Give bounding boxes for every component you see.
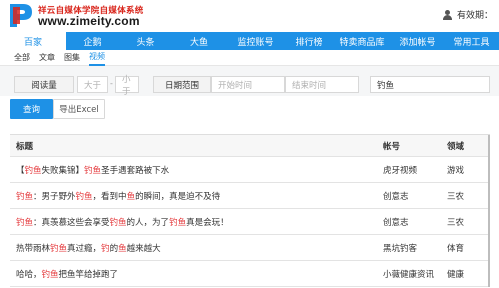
row-field: 体育 xyxy=(447,243,465,254)
row-title[interactable]: 热带雨林钓鱼真过瘾，钓的鱼越来越大 xyxy=(16,242,376,254)
range-separator: - xyxy=(110,79,113,88)
keyword-highlight: 鱼 xyxy=(126,191,136,202)
start-date-input[interactable]: 开始时间 xyxy=(211,76,285,93)
title-text: ：男子野外 xyxy=(33,191,76,202)
row-title[interactable]: 钓鱼：真羡慕这些会享受钓鱼的人，为了钓鱼真是会玩！ xyxy=(16,216,376,228)
keyword-highlight: 钓鱼 xyxy=(50,243,68,254)
title-text: 哈哈， xyxy=(16,269,42,280)
row-title[interactable]: 【钓鱼失败集锦】钓鱼圣手遇套路被下水 xyxy=(16,164,376,176)
keyword-highlight: 钓 xyxy=(101,243,110,254)
nav-item-qie[interactable]: 企鹅 xyxy=(66,32,119,50)
keyword-highlight: 钓鱼 xyxy=(169,217,187,228)
validity-text: 有效期： xyxy=(456,11,493,21)
read-min-input[interactable]: 大于 xyxy=(77,76,108,93)
keyword-highlight: 钓鱼 xyxy=(16,217,34,228)
title-text: 的 xyxy=(109,243,119,254)
table-body: 【钓鱼失败集锦】钓鱼圣手遇套路被下水 虎牙视频 游戏 钓鱼：男子野外钓鱼，看到中鱼的瞬… xyxy=(10,157,490,287)
keyword-highlight: 钓鱼 xyxy=(41,269,59,280)
nav-item-tools[interactable]: 常用工具 xyxy=(444,32,499,50)
title-text: 的人，为了 xyxy=(126,217,170,228)
nav-item-toutiao[interactable]: 头条 xyxy=(119,32,172,50)
title-text: 圣手遇套路被下水 xyxy=(101,165,170,176)
keyword-highlight: 钓鱼 xyxy=(24,165,42,176)
nav-item-dayu[interactable]: 大鱼 xyxy=(172,32,226,50)
table-row[interactable]: 热带雨林钓鱼真过瘾，钓的鱼越来越大 黑坑钓客 体育 xyxy=(10,235,490,261)
action-row: 查询 导出Excel xyxy=(0,96,499,122)
keyword-highlight: 钓鱼 xyxy=(75,191,93,202)
title-text: 真过瘾， xyxy=(67,243,102,254)
row-title[interactable]: 钓鱼：男子野外钓鱼，看到中鱼的瞬间，真是迫不及待 xyxy=(16,190,376,202)
nav-item-products[interactable]: 特卖商品库 xyxy=(333,32,391,50)
title-text: ，看到中 xyxy=(92,191,127,202)
row-account: 创意志 xyxy=(383,191,409,202)
keyword-highlight: 钓鱼 xyxy=(109,217,127,228)
title-text: 热带雨林 xyxy=(16,243,51,254)
col-title: 标题 xyxy=(16,141,34,152)
row-account: 创意志 xyxy=(383,217,409,228)
results-table: 标题 帐号 领域 【钓鱼失败集锦】钓鱼圣手遇套路被下水 虎牙视频 游戏 钓鱼：男子野外… xyxy=(10,134,490,287)
nav-item-monitor[interactable]: 监控账号 xyxy=(226,32,285,50)
title-text: 的瞬间，真是迫不及待 xyxy=(135,191,221,202)
row-title[interactable]: 哈哈，钓鱼把鱼竿给掉跑了 xyxy=(16,268,376,280)
keyword-highlight: 钓鱼 xyxy=(16,191,34,202)
end-date-input[interactable]: 结束时间 xyxy=(285,76,359,93)
row-field: 三农 xyxy=(447,191,465,202)
table-row[interactable]: 【钓鱼失败集锦】钓鱼圣手遇套路被下水 虎牙视频 游戏 xyxy=(10,157,490,183)
read-max-input[interactable]: 小于 xyxy=(115,75,139,97)
read-count-label: 阅读量 xyxy=(14,76,74,93)
table-row[interactable]: 钓鱼：男子野外钓鱼，看到中鱼的瞬间，真是迫不及待 创意志 三农 xyxy=(10,183,490,209)
nav-item-add-account[interactable]: 添加帐号 xyxy=(391,32,444,50)
logo-icon xyxy=(10,4,32,27)
subnav-article[interactable]: 文章 xyxy=(39,50,55,66)
row-account: 黑坑钓客 xyxy=(383,243,418,254)
row-field: 三农 xyxy=(447,217,465,228)
keyword-highlight: 钓鱼 xyxy=(84,165,102,176)
title-text: 失败集锦】 xyxy=(41,165,85,176)
user-icon xyxy=(442,9,452,20)
subnav-video[interactable]: 视频 xyxy=(89,50,105,66)
subnav-all[interactable]: 全部 xyxy=(14,50,30,66)
nav-item-baijia[interactable]: 百家 xyxy=(0,32,66,50)
user-area[interactable]: 有效期： xyxy=(442,8,493,21)
title-text: 越来越大 xyxy=(126,243,161,254)
table-row[interactable]: 钓鱼：真羡慕这些会享受钓鱼的人，为了钓鱼真是会玩！ 创意志 三农 xyxy=(10,209,490,235)
row-account: 小薇健康资讯 xyxy=(383,269,435,280)
col-field: 领域 xyxy=(447,141,465,152)
subnav-gallery[interactable]: 图集 xyxy=(64,50,80,66)
row-account: 虎牙视频 xyxy=(383,165,418,176)
main-nav: 百家 企鹅 头条 大鱼 监控账号 排行榜 特卖商品库 添加帐号 常用工具 xyxy=(0,32,499,50)
title-text: ：真羡慕这些会享受 xyxy=(33,217,110,228)
keyword-input[interactable]: 钓鱼 xyxy=(370,76,490,93)
table-header: 标题 帐号 领域 xyxy=(10,135,490,157)
query-button[interactable]: 查询 xyxy=(10,99,53,119)
nav-item-ranking[interactable]: 排行榜 xyxy=(285,32,333,50)
table-row[interactable]: 哈哈，钓鱼把鱼竿给掉跑了 小薇健康资讯 健康 xyxy=(10,261,490,287)
row-field: 健康 xyxy=(447,269,465,280)
col-account: 帐号 xyxy=(383,141,401,152)
header: 祥云自媒体学院自媒体系统 www.zimeity.com 有效期： xyxy=(0,0,499,32)
title-text: 真是会玩！ xyxy=(186,217,229,228)
scrollbar[interactable] xyxy=(488,135,490,287)
title-text: 【 xyxy=(16,165,25,176)
date-range-label: 日期范围 xyxy=(153,76,211,93)
sub-nav: 全部 文章 图集 视频 xyxy=(0,50,499,66)
keyword-highlight: 鱼 xyxy=(118,243,127,254)
title-text: 把鱼竿给掉跑了 xyxy=(58,269,119,280)
export-excel-button[interactable]: 导出Excel xyxy=(53,99,105,119)
logo-url-text: www.zimeity.com xyxy=(38,14,140,28)
row-field: 游戏 xyxy=(447,165,465,176)
